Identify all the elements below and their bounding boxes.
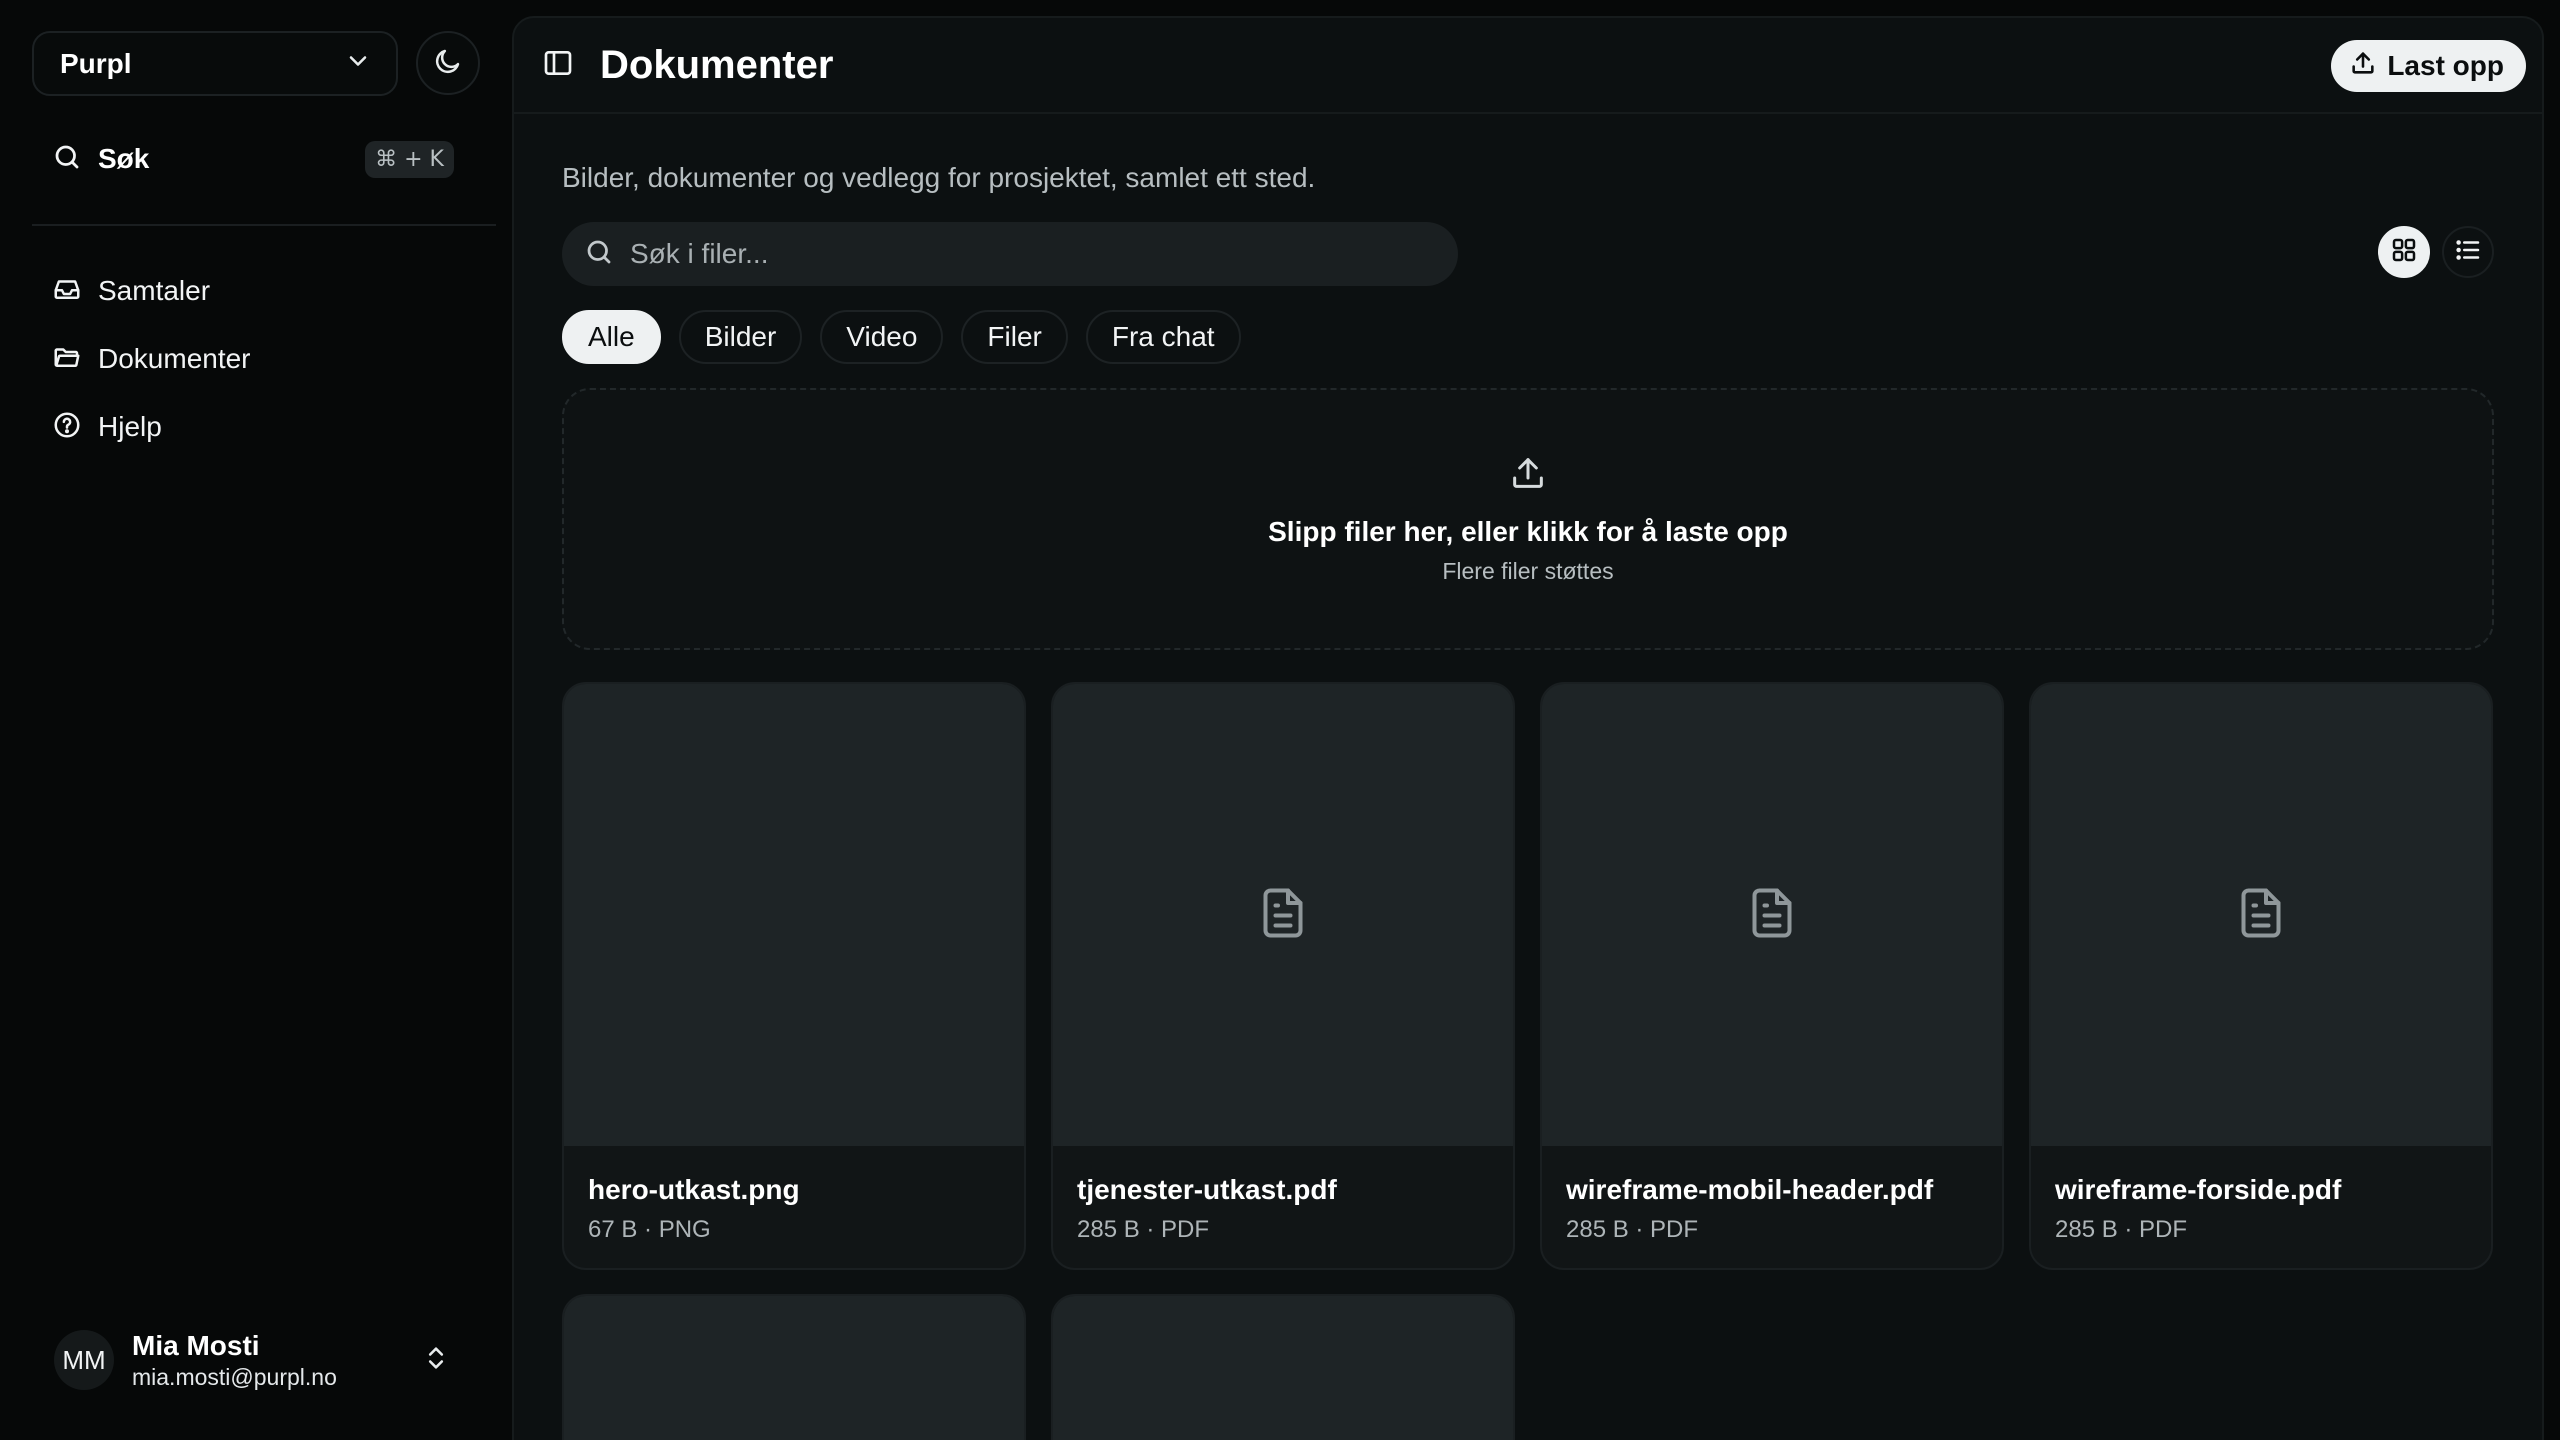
moon-icon — [433, 46, 463, 81]
inbox-icon — [52, 274, 82, 309]
app-root: Purpl Søk ⌘ + K Samtaler Dokumenter Hjel… — [0, 0, 2560, 1440]
file-info: 67 B · PNG — [588, 1216, 711, 1243]
file-name: wireframe-mobil-header.pdf — [1566, 1174, 1934, 1205]
file-meta: tjenester-utkast.pdf 285 B · PDF — [1053, 1146, 1513, 1244]
file-card[interactable]: tjenester-utkast.pdf 285 B · PDF — [1051, 682, 1515, 1270]
file-text-icon — [1253, 883, 1313, 948]
file-info: 285 B · PDF — [2055, 1216, 2188, 1243]
file-thumbnail — [1542, 684, 2002, 1146]
sidebar-item-label: Dokumenter — [98, 343, 251, 374]
workspace-name: Purpl — [60, 47, 132, 79]
filter-chip-video[interactable]: Video — [820, 310, 944, 364]
sidebar-item-dokumenter[interactable]: Dokumenter — [32, 330, 474, 388]
user-menu[interactable]: MM Mia Mosti mia.mosti@purpl.no — [32, 1316, 474, 1404]
user-name: Mia Mosti — [132, 1329, 260, 1361]
file-card[interactable] — [1051, 1294, 1515, 1440]
filter-chip-alle[interactable]: Alle — [562, 310, 661, 364]
search-icon — [52, 142, 82, 177]
avatar: MM — [54, 1330, 114, 1390]
help-circle-icon — [52, 410, 82, 445]
sidebar-item-hjelp[interactable]: Hjelp — [32, 398, 474, 456]
user-info: Mia Mosti mia.mosti@purpl.no — [132, 1330, 422, 1391]
folder-icon — [52, 342, 82, 377]
grid-icon — [2389, 235, 2419, 270]
view-toggle — [2378, 226, 2494, 278]
chevron-down-icon — [344, 47, 372, 80]
file-meta: wireframe-mobil-header.pdf 285 B · PDF — [1542, 1146, 2002, 1244]
upload-button[interactable]: Last opp — [2331, 40, 2526, 92]
chevrons-up-down-icon — [422, 1344, 450, 1377]
list-icon — [2453, 235, 2483, 270]
list-view-button[interactable] — [2442, 226, 2494, 278]
file-thumbnail — [1053, 1296, 1513, 1440]
upload-icon — [2349, 49, 2377, 84]
filter-chips: Alle Bilder Video Filer Fra chat — [562, 310, 2494, 364]
file-thumbnail — [564, 684, 1024, 1146]
file-card[interactable]: hero-utkast.png 67 B · PNG — [562, 682, 1026, 1270]
theme-toggle-button[interactable] — [416, 31, 480, 95]
sidebar-search[interactable]: Søk ⌘ + K — [32, 130, 474, 188]
file-name: tjenester-utkast.pdf — [1077, 1174, 1337, 1205]
keyboard-shortcut-badge: ⌘ + K — [365, 140, 454, 178]
upload-dropzone[interactable]: Slipp filer her, eller klikk for å laste… — [562, 388, 2494, 650]
toolbar — [562, 222, 2494, 286]
file-text-icon — [2231, 883, 2291, 948]
page-title: Dokumenter — [600, 42, 834, 87]
filter-chip-fra-chat[interactable]: Fra chat — [1085, 310, 1241, 364]
filter-chip-bilder[interactable]: Bilder — [678, 310, 803, 364]
grid-view-button[interactable] — [2378, 226, 2430, 278]
file-name: wireframe-forside.pdf — [2055, 1174, 2342, 1205]
sidebar-search-label: Søk — [98, 143, 150, 174]
file-name: hero-utkast.png — [588, 1174, 800, 1205]
file-text-icon — [1742, 883, 1802, 948]
filter-chip-filer[interactable]: Filer — [961, 310, 1068, 364]
sidebar-item-samtaler[interactable]: Samtaler — [32, 262, 474, 320]
page-subtitle: Bilder, dokumenter og vedlegg for prosje… — [562, 162, 1316, 193]
file-thumbnail — [564, 1296, 1024, 1440]
file-info: 285 B · PDF — [1566, 1216, 1699, 1243]
workspace-selector[interactable]: Purpl — [32, 31, 398, 96]
search-icon — [584, 237, 614, 272]
content-area: Bilder, dokumenter og vedlegg for prosje… — [562, 162, 2494, 1440]
page-header: Dokumenter Last opp — [514, 18, 2542, 114]
upload-button-label: Last opp — [2387, 50, 2504, 81]
sidebar-item-label: Samtaler — [98, 275, 211, 306]
sidebar-divider — [32, 224, 496, 226]
file-thumbnail — [2031, 684, 2491, 1146]
file-card[interactable]: wireframe-mobil-header.pdf 285 B · PDF — [1540, 682, 2004, 1270]
sidebar-toggle-icon[interactable] — [542, 47, 574, 84]
dropzone-subtitle: Flere filer støttes — [1442, 558, 1614, 584]
file-card[interactable]: wireframe-forside.pdf 285 B · PDF — [2029, 682, 2493, 1270]
user-email: mia.mosti@purpl.no — [132, 1363, 337, 1390]
sidebar-nav: Samtaler Dokumenter Hjelp — [32, 262, 474, 466]
upload-icon — [1508, 453, 1548, 498]
file-meta: wireframe-forside.pdf 285 B · PDF — [2031, 1146, 2491, 1244]
dropzone-title: Slipp filer her, eller klikk for å laste… — [1268, 516, 1788, 547]
file-card[interactable] — [562, 1294, 1026, 1440]
file-search — [562, 222, 1458, 286]
file-search-input[interactable] — [630, 238, 1410, 270]
main-panel: Dokumenter Last opp Bilder, dokumenter o… — [512, 16, 2544, 1440]
file-thumbnail — [1053, 684, 1513, 1146]
file-grid: hero-utkast.png 67 B · PNG tjenester-utk… — [562, 682, 2494, 1440]
file-meta: hero-utkast.png 67 B · PNG — [564, 1146, 1024, 1244]
sidebar: Purpl Søk ⌘ + K Samtaler Dokumenter Hjel… — [0, 0, 512, 1440]
sidebar-item-label: Hjelp — [98, 411, 162, 442]
file-info: 285 B · PDF — [1077, 1216, 1210, 1243]
